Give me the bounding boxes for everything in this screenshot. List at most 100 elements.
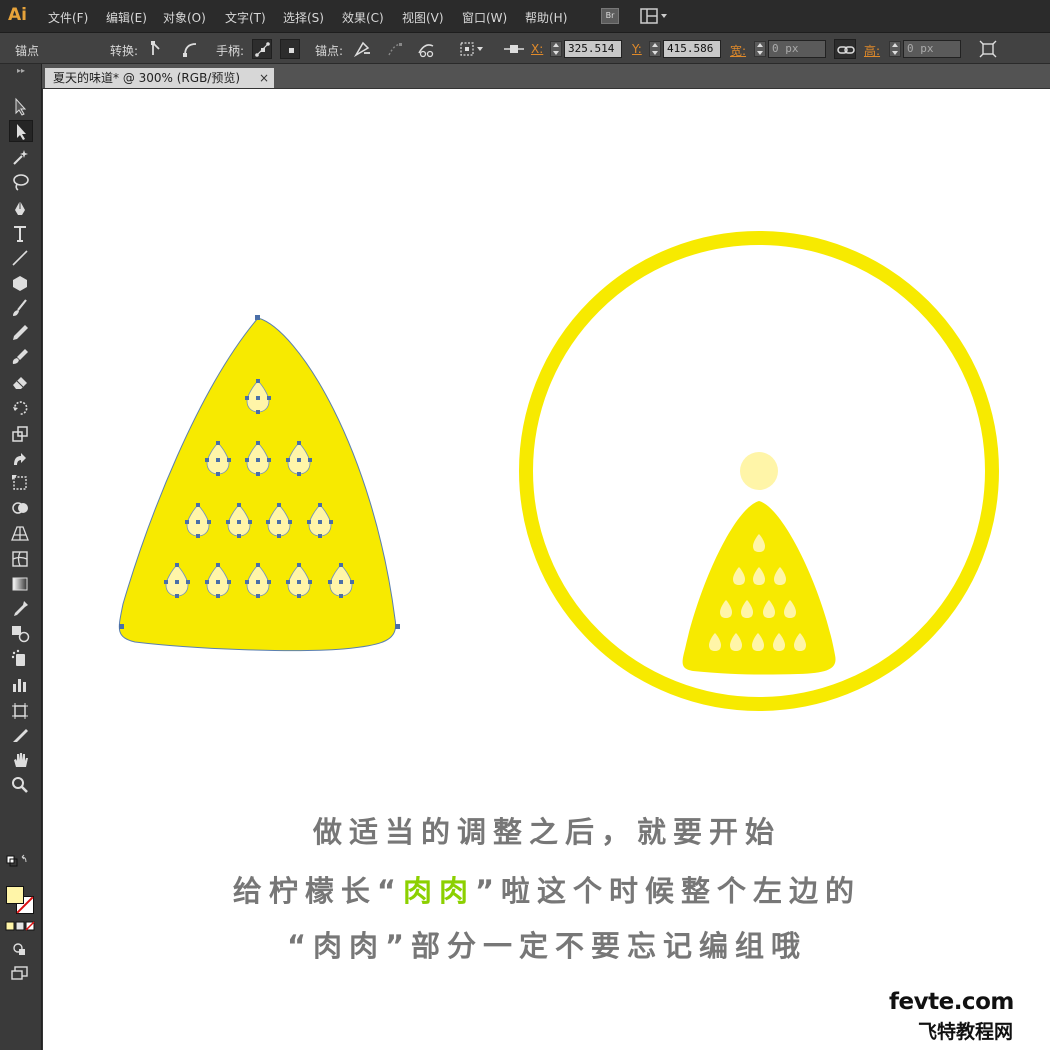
connect-endpoints-icon[interactable]: [385, 39, 405, 59]
close-tab-icon[interactable]: ×: [259, 68, 269, 88]
constrain-proportions-icon[interactable]: [834, 39, 856, 59]
x-field[interactable]: 325.514: [564, 40, 622, 58]
menu-edit[interactable]: 编辑(E): [106, 9, 147, 26]
cut-path-icon[interactable]: [416, 39, 436, 59]
anchor-point: [119, 624, 124, 629]
anchor-point: [318, 503, 322, 507]
width-stepper[interactable]: [754, 41, 766, 57]
anchor-point: [186, 580, 190, 584]
handles-label: 手柄:: [216, 44, 245, 58]
blend-tool-icon[interactable]: [9, 622, 33, 644]
direct-selection-tool-icon[interactable]: [9, 120, 33, 142]
document-tab[interactable]: 夏天的味道* @ 300% (RGB/预览) ×: [45, 68, 274, 88]
menu-window[interactable]: 窗口(W): [462, 9, 507, 26]
perspective-grid-tool-icon[interactable]: [9, 522, 33, 544]
height-field[interactable]: 0 px: [903, 40, 961, 58]
watermark-site: fevte.com: [889, 989, 1014, 1015]
line-tool-icon[interactable]: [9, 247, 33, 269]
slice-tool-icon[interactable]: [9, 724, 33, 746]
symbol-sprayer-tool-icon[interactable]: [9, 648, 33, 670]
x-stepper[interactable]: [550, 41, 562, 57]
anchor-point: [216, 458, 220, 462]
height-stepper[interactable]: [889, 41, 901, 57]
x-label: X:: [531, 42, 544, 56]
mesh-tool-icon[interactable]: [9, 548, 33, 570]
blob-brush-tool-icon[interactable]: [9, 346, 33, 368]
control-bar: 锚点 转换: 手柄: 锚点: X: 325.514 Y: 415.586 宽: …: [0, 33, 1050, 64]
anchor-point: [226, 520, 230, 524]
lemon-segment-editing[interactable]: [118, 315, 400, 652]
app-logo: Ai: [8, 5, 27, 25]
anchor-point: [216, 594, 220, 598]
anchor-point: [267, 580, 271, 584]
y-stepper[interactable]: [649, 41, 661, 57]
menu-help[interactable]: 帮助(H): [525, 9, 567, 26]
panel-collapse-icon[interactable]: ▸▸: [0, 64, 42, 86]
menu-file[interactable]: 文件(F): [48, 9, 88, 26]
show-handles-icon[interactable]: [252, 39, 272, 59]
transform-panel-icon[interactable]: [978, 39, 998, 59]
screen-mode-icon[interactable]: [9, 962, 33, 984]
remove-anchor-icon[interactable]: [352, 39, 372, 59]
default-colors-icon[interactable]: [5, 854, 29, 868]
scale-tool-icon[interactable]: [9, 423, 33, 445]
anchor-point: [256, 472, 260, 476]
paintbrush-tool-icon[interactable]: [9, 297, 33, 319]
pen-tool-icon[interactable]: [9, 198, 33, 220]
anchor-point: [308, 458, 312, 462]
convert-to-corner-icon[interactable]: [148, 39, 168, 59]
color-mode-icons[interactable]: [5, 920, 35, 934]
anchor-point-label: 锚点: [15, 44, 40, 58]
anchor-point: [256, 379, 260, 383]
menu-object[interactable]: 对象(O): [163, 9, 206, 26]
anchor-point: [256, 441, 260, 445]
eraser-tool-icon[interactable]: [9, 371, 33, 393]
gradient-tool-icon[interactable]: [9, 573, 33, 595]
anchor-point: [207, 520, 211, 524]
y-label: Y:: [632, 42, 642, 56]
drawing-mode-icon[interactable]: [9, 938, 33, 960]
width-field[interactable]: 0 px: [768, 40, 826, 58]
artboard-canvas[interactable]: 做适当的调整之后，就要开始 给柠檬长“肉肉”啦这个时候整个左边的 “肉肉”部分一…: [42, 88, 1050, 1050]
menu-select[interactable]: 选择(S): [283, 9, 324, 26]
polygon-tool-icon[interactable]: [9, 272, 33, 294]
menu-view[interactable]: 视图(V): [402, 9, 444, 26]
y-field[interactable]: 415.586: [663, 40, 721, 58]
warp-tool-icon[interactable]: [9, 448, 33, 470]
anchor-point: [227, 580, 231, 584]
anchor-point: [256, 563, 260, 567]
menu-type[interactable]: 文字(T): [225, 9, 266, 26]
anchor-point: [277, 503, 281, 507]
type-tool-icon[interactable]: [9, 223, 33, 245]
document-tab-bar: 夏天的味道* @ 300% (RGB/预览) ×: [42, 64, 1050, 88]
anchor-point: [267, 396, 271, 400]
width-label: 宽:: [730, 44, 747, 58]
fill-color-swatch[interactable]: [6, 886, 24, 904]
menu-effect[interactable]: 效果(C): [342, 9, 384, 26]
anchor-point: [297, 441, 301, 445]
column-graph-tool-icon[interactable]: [9, 674, 33, 696]
convert-to-smooth-icon[interactable]: [180, 39, 200, 59]
rotate-tool-icon[interactable]: [9, 397, 33, 419]
hand-tool-icon[interactable]: [9, 749, 33, 771]
pencil-tool-icon[interactable]: [9, 322, 33, 344]
selection-tool-icon[interactable]: [9, 96, 33, 118]
artboard-tool-icon[interactable]: [9, 700, 33, 722]
anchor-point: [216, 441, 220, 445]
anchor-point: [227, 458, 231, 462]
hide-handles-icon[interactable]: [280, 39, 300, 59]
caption-line-1: 做适当的调整之后，就要开始: [312, 815, 781, 849]
anchor-point: [297, 458, 301, 462]
shape-builder-tool-icon[interactable]: [9, 497, 33, 519]
lasso-tool-icon[interactable]: [9, 171, 33, 193]
anchor-point: [286, 580, 290, 584]
magic-wand-tool-icon[interactable]: [9, 146, 33, 168]
isolate-selection-icon[interactable]: [458, 39, 486, 59]
free-transform-tool-icon[interactable]: [9, 472, 33, 494]
reference-point-icon[interactable]: [503, 39, 525, 59]
zoom-tool-icon[interactable]: [9, 774, 33, 796]
anchor-point: [339, 580, 343, 584]
eyedropper-tool-icon[interactable]: [9, 598, 33, 620]
bridge-button[interactable]: Br: [601, 8, 619, 24]
arrange-documents-icon[interactable]: [640, 8, 670, 25]
